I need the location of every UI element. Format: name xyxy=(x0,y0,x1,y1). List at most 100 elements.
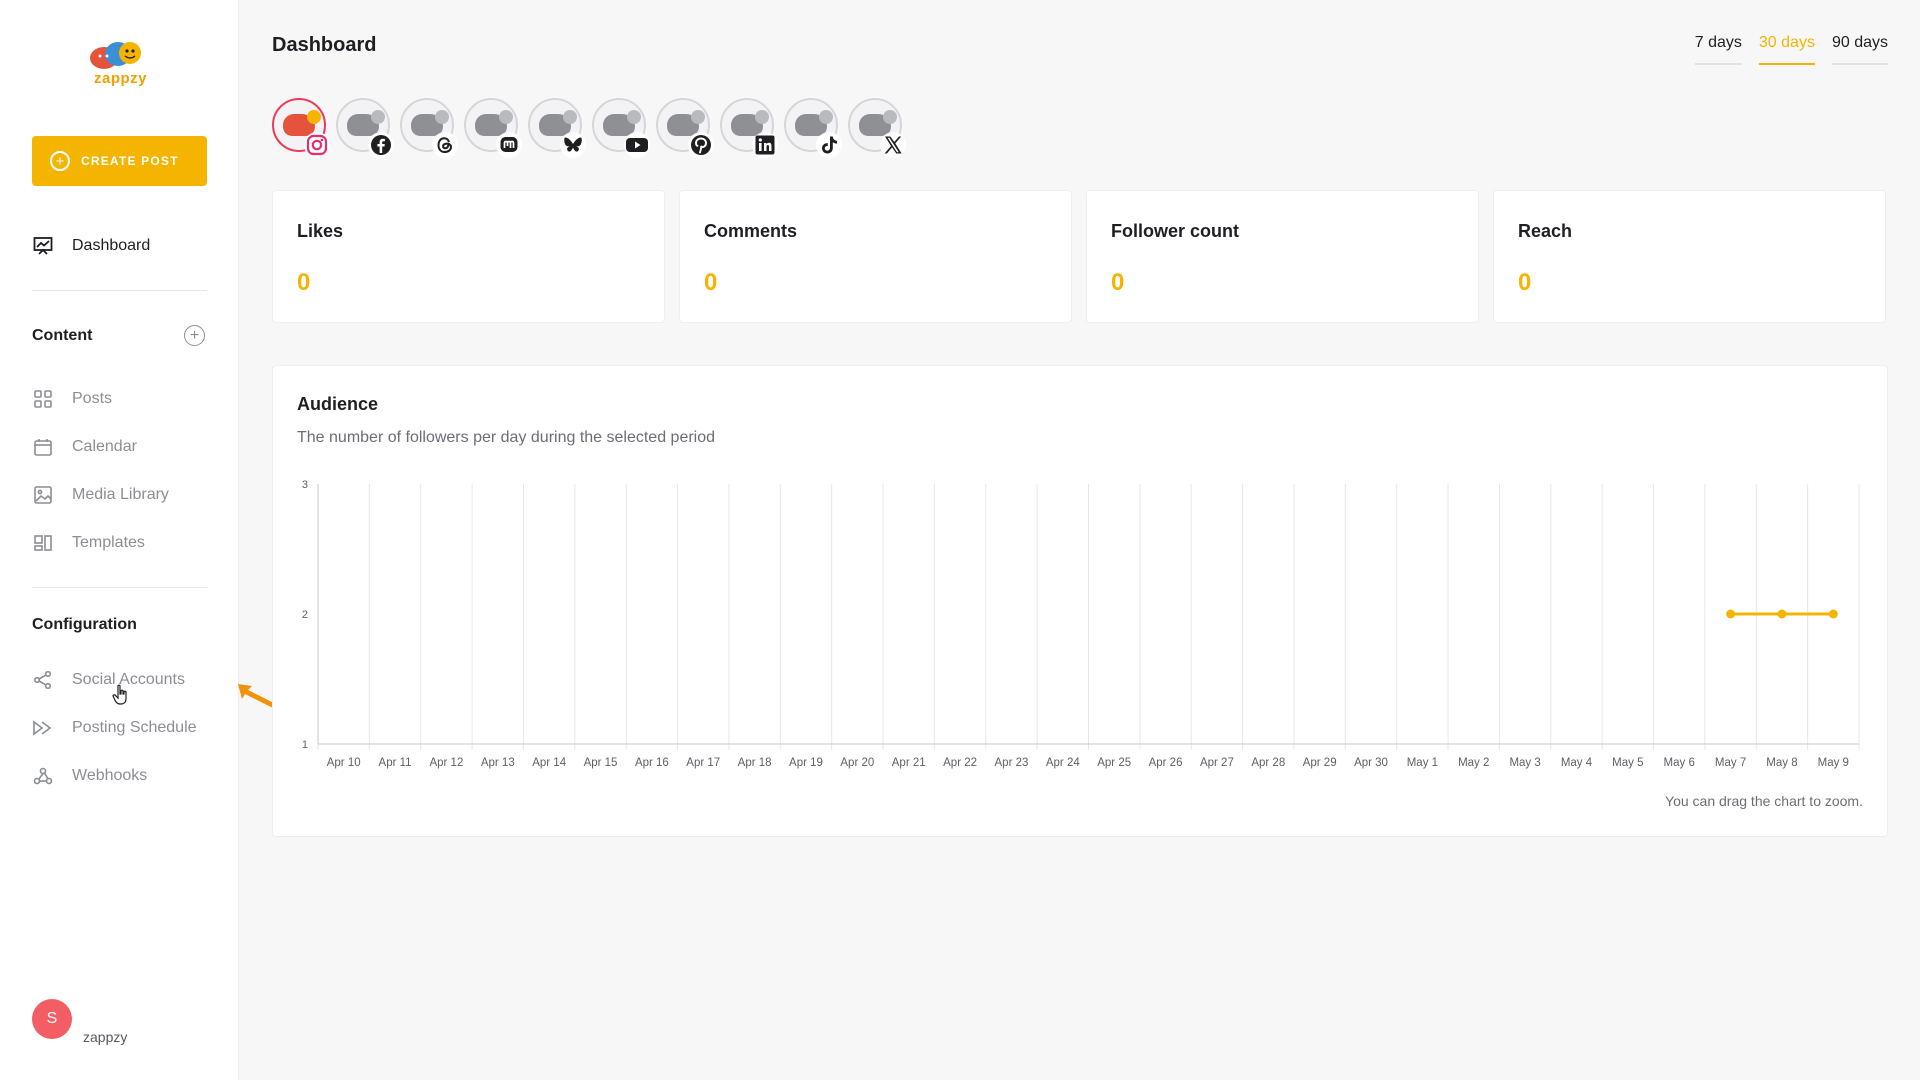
bluesky-icon xyxy=(560,132,586,158)
x-tick-label: Apr 14 xyxy=(532,757,566,769)
sidebar-item-social-accounts[interactable]: Social Accounts xyxy=(32,668,185,692)
user-profile[interactable]: S zappzy xyxy=(32,999,127,1045)
x-tick-label: Apr 13 xyxy=(481,757,515,769)
x-tick-label: Apr 22 xyxy=(943,757,977,769)
x-tick-label: Apr 15 xyxy=(584,757,618,769)
tab-30-days[interactable]: 30 days xyxy=(1758,34,1815,65)
x-tick-label: Apr 12 xyxy=(429,757,463,769)
account-tiktok[interactable] xyxy=(784,98,842,158)
audience-chart[interactable]: 1 2 3 Apr 10 Apr 11 Apr 12 Apr 13 Apr 14 Apr 15 A… xyxy=(273,366,1889,786)
stat-title: Follower count xyxy=(1111,221,1239,241)
x-tick-label: May 9 xyxy=(1818,757,1849,769)
x-tick-label: Apr 23 xyxy=(995,757,1029,769)
stat-value: 0 xyxy=(297,269,311,296)
tiktok-icon xyxy=(816,132,842,158)
sidebar-item-label: Templates xyxy=(72,534,145,551)
stat-card-likes: Likes 0 xyxy=(272,190,665,323)
sidebar-item-label: Calendar xyxy=(72,438,137,455)
x-tick-label: Apr 26 xyxy=(1149,757,1183,769)
user-name: zappzy xyxy=(83,1029,128,1045)
sidebar-item-label: Dashboard xyxy=(72,237,151,254)
add-content-icon[interactable]: + xyxy=(184,325,205,346)
x-tick-label: Apr 20 xyxy=(840,757,874,769)
youtube-icon xyxy=(624,132,650,158)
sidebar-item-posting-schedule[interactable]: Posting Schedule xyxy=(32,716,197,740)
mastodon-icon xyxy=(496,132,522,158)
hand-cursor-icon xyxy=(112,684,130,711)
x-tick-label: Apr 17 xyxy=(686,757,720,769)
sidebar-item-label: Posting Schedule xyxy=(72,719,197,736)
stat-value: 0 xyxy=(1518,269,1532,296)
linkedin-icon xyxy=(752,132,778,158)
threads-icon xyxy=(432,132,458,158)
x-tick-label: Apr 25 xyxy=(1097,757,1131,769)
grid-icon xyxy=(32,388,54,410)
instagram-icon xyxy=(304,132,330,158)
y-tick-label: 3 xyxy=(302,479,308,491)
create-post-label: CREATE POST xyxy=(81,154,179,168)
facebook-icon xyxy=(368,132,394,158)
sidebar-item-label: Posts xyxy=(72,390,113,407)
pinterest-icon xyxy=(688,132,714,158)
avatar[interactable]: S xyxy=(32,999,72,1039)
x-icon xyxy=(880,132,906,158)
sidebar-item-webhooks[interactable]: Webhooks xyxy=(32,764,147,788)
account-youtube[interactable] xyxy=(592,98,650,158)
x-tick-label: Apr 30 xyxy=(1354,757,1388,769)
x-tick-label: Apr 28 xyxy=(1251,757,1285,769)
account-linkedin[interactable] xyxy=(720,98,778,158)
x-tick-label: Apr 16 xyxy=(635,757,669,769)
date-range-tabs: 7 days 30 days 90 days xyxy=(1694,34,1888,65)
account-facebook[interactable] xyxy=(336,98,394,158)
sidebar-item-label: Webhooks xyxy=(72,767,148,784)
stat-card-reach: Reach 0 xyxy=(1493,190,1886,323)
sidebar-divider xyxy=(32,587,207,588)
sidebar-item-posts[interactable]: Posts xyxy=(32,387,112,411)
data-point xyxy=(1726,609,1736,619)
main-content: Dashboard 7 days 30 days 90 days Likes 0… xyxy=(272,0,1888,1080)
account-mastodon[interactable] xyxy=(464,98,522,158)
social-accounts-row xyxy=(272,98,906,158)
stats-cards: Likes 0 Comments 0 Follower count 0 Reac… xyxy=(272,190,1886,323)
x-tick-label: May 5 xyxy=(1612,757,1643,769)
sidebar-divider xyxy=(32,290,207,291)
sidebar-item-dashboard[interactable]: Dashboard xyxy=(32,234,150,258)
x-tick-label: May 3 xyxy=(1509,757,1540,769)
account-threads[interactable] xyxy=(400,98,458,158)
x-tick-label: Apr 11 xyxy=(379,757,412,769)
x-tick-label: Apr 29 xyxy=(1303,757,1337,769)
page-title: Dashboard xyxy=(272,34,377,56)
account-pinterest[interactable] xyxy=(656,98,714,158)
x-tick-label: May 8 xyxy=(1766,757,1797,769)
stat-title: Likes xyxy=(297,221,344,241)
create-post-button[interactable]: + CREATE POST xyxy=(32,136,207,186)
stat-card-follower-count: Follower count 0 xyxy=(1086,190,1479,323)
x-tick-label: May 1 xyxy=(1407,757,1438,769)
x-tick-label: Apr 10 xyxy=(327,757,361,769)
templates-icon xyxy=(32,532,54,554)
stat-value: 0 xyxy=(1111,269,1125,296)
tab-90-days[interactable]: 90 days xyxy=(1831,34,1888,65)
y-tick-label: 1 xyxy=(302,739,308,751)
tab-7-days[interactable]: 7 days xyxy=(1694,34,1742,65)
stat-title: Comments xyxy=(704,221,798,241)
x-tick-label: May 6 xyxy=(1664,757,1695,769)
sidebar: zappzy + CREATE POST Dashboard Content +… xyxy=(0,0,239,1080)
x-tick-label: Apr 19 xyxy=(789,757,823,769)
plus-circle-icon: + xyxy=(50,151,70,171)
account-instagram[interactable] xyxy=(272,98,330,158)
account-bluesky[interactable] xyxy=(528,98,586,158)
calendar-icon xyxy=(32,436,54,458)
stat-value: 0 xyxy=(704,269,718,296)
dashboard-chart-icon xyxy=(32,235,54,257)
stat-card-comments: Comments 0 xyxy=(679,190,1072,323)
schedule-icon xyxy=(32,717,54,739)
sidebar-item-templates[interactable]: Templates xyxy=(32,531,145,555)
x-tick-label: May 4 xyxy=(1561,757,1593,769)
account-x[interactable] xyxy=(848,98,906,158)
sidebar-item-media-library[interactable]: Media Library xyxy=(32,483,169,507)
configuration-section-title: Configuration xyxy=(32,616,137,633)
audience-card: Audience The number of followers per day… xyxy=(272,365,1888,837)
x-tick-label: Apr 18 xyxy=(738,757,772,769)
sidebar-item-calendar[interactable]: Calendar xyxy=(32,435,137,459)
